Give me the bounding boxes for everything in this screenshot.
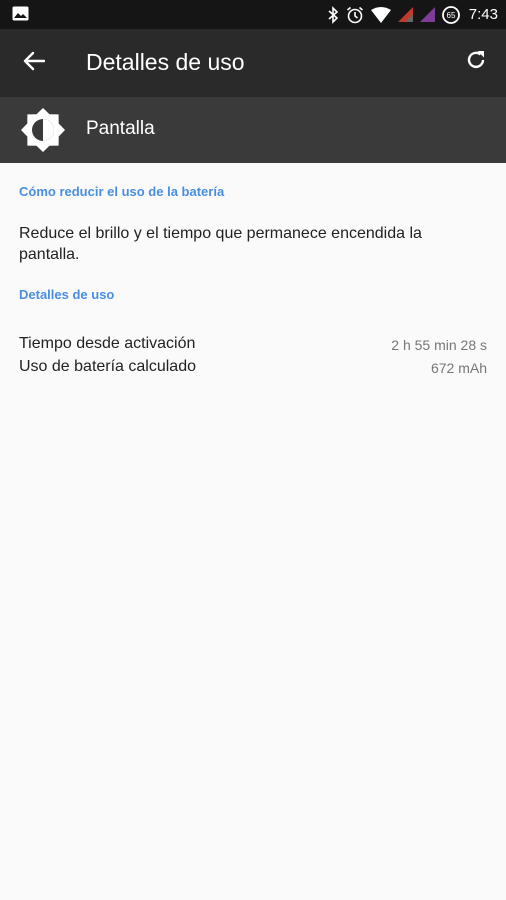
usage-row-label: Tiempo desde activación [19,335,196,352]
usage-row-value: 672 mAh [430,360,487,376]
usage-row-label: Uso de batería calculado [19,358,196,375]
refresh-button[interactable] [460,46,492,78]
tips-section-title: Cómo reducir el uso de la batería [19,184,225,199]
battery-icon: 65 [441,5,460,24]
usage-row-battery: Uso de batería calculado 672 mAh [19,358,487,380]
usage-section-title: Detalles de uso [19,287,115,302]
tip-text: Reduce el brillo y el tiempo que permane… [19,225,422,263]
usage-row-value: 2 h 55 min 28 s [391,337,487,353]
page-title: Detalles de uso [86,49,245,75]
alarm-icon [346,6,364,24]
status-icons: 65 7:43 [327,0,498,29]
signal-icon-2 [419,7,435,22]
app-header: Pantalla [0,97,506,163]
svg-text:65: 65 [446,11,455,20]
brightness-icon [20,107,66,153]
arrow-back-icon [23,51,46,76]
app-name: Pantalla [86,118,155,139]
back-button[interactable] [18,47,50,79]
usage-row-time: Tiempo desde activación 2 h 55 min 28 s [19,335,487,357]
status-time: 7:43 [468,6,498,23]
app-bar: Detalles de uso [0,29,506,97]
refresh-icon [465,49,487,76]
signal-icon [397,7,413,22]
bluetooth-icon [327,5,339,24]
wifi-icon [370,6,391,23]
status-bar: 65 7:43 [0,0,506,29]
image-icon [12,6,29,21]
